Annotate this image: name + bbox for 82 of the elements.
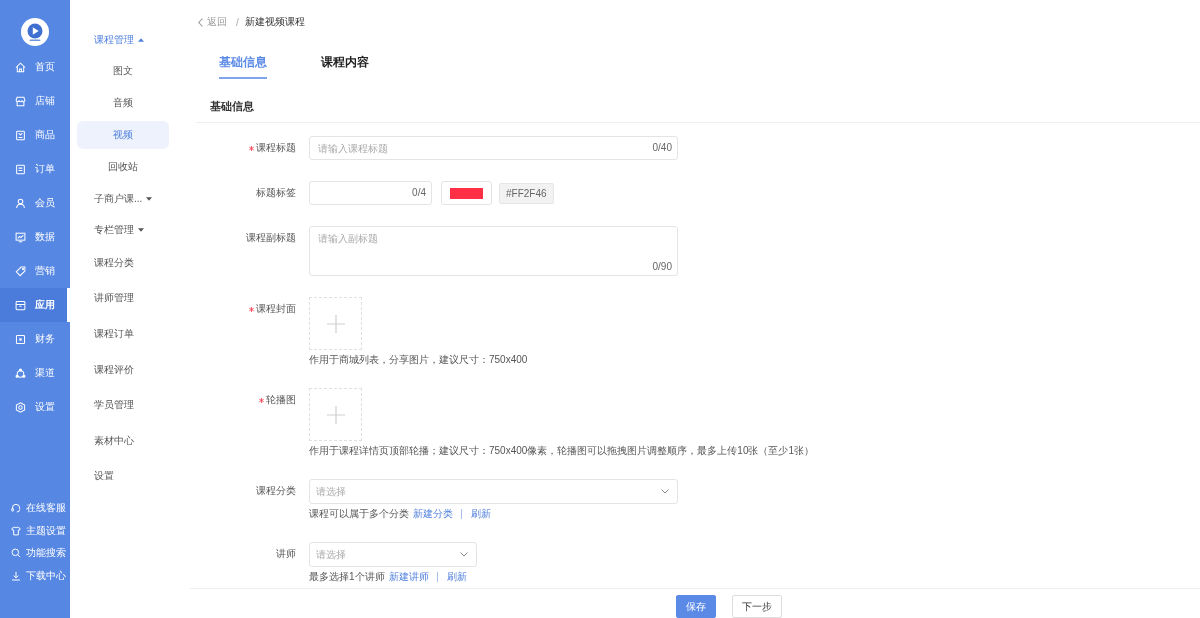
chart-board-icon <box>15 231 26 243</box>
character-counter: 0/90 <box>652 261 672 273</box>
select-field[interactable]: 请选择 <box>309 542 477 567</box>
hint-link[interactable]: 新建讲师 <box>388 570 429 584</box>
submenu-item[interactable]: 视频 <box>77 121 169 149</box>
t-shirt-icon <box>11 525 21 536</box>
breadcrumb-separator: / <box>236 16 239 28</box>
chevron-down-icon <box>661 489 669 494</box>
field-label: 标题标签 <box>256 186 296 200</box>
nav-item[interactable]: 数据 <box>0 220 70 254</box>
tab[interactable]: 基础信息 <box>219 53 267 79</box>
character-counter: 0/40 <box>652 142 672 154</box>
submenu-item[interactable]: 学员管理 <box>70 387 190 423</box>
submenu-item[interactable]: 回收站 <box>77 153 169 181</box>
nav-item[interactable]: 财务 <box>0 322 70 356</box>
nav-item[interactable]: 首页 <box>0 50 70 84</box>
hint-link[interactable]: 新建分类 <box>413 507 453 521</box>
field-label: 课程标题 <box>256 141 296 155</box>
tool-link[interactable]: 功能搜索 <box>0 542 70 565</box>
back-link[interactable]: 返回 <box>198 15 227 29</box>
field-label: 课程分类 <box>256 484 296 498</box>
submenu-item[interactable]: 课程订单 <box>70 316 190 352</box>
section-title: 基础信息 <box>196 79 1200 123</box>
nav-item[interactable]: 营销 <box>0 254 70 288</box>
nav-item[interactable]: 渠道 <box>0 356 70 390</box>
submenu-item[interactable]: 素材中心 <box>70 422 190 459</box>
field-label: 轮播图 <box>266 393 296 407</box>
tool-link[interactable]: 在线客服 <box>0 497 70 520</box>
tool-link[interactable]: 主题设置 <box>0 519 70 542</box>
field-label: 课程副标题 <box>246 231 296 245</box>
submenu-item[interactable]: 设置 <box>70 458 190 495</box>
box-icon <box>15 129 26 141</box>
plus-icon <box>326 405 345 424</box>
home-icon <box>15 61 26 73</box>
nav-item[interactable]: 店铺 <box>0 84 70 118</box>
primary-button[interactable]: 保存 <box>676 595 716 618</box>
submenu-item[interactable]: 课程评价 <box>70 351 190 388</box>
submenu-item[interactable]: 讲师管理 <box>70 280 190 317</box>
field-hint: 作用于课程详情页顶部轮播；建议尺寸：750x400像素，轮播图可以拖拽图片调整顺序，最多上传10张（至少1张） <box>309 444 815 458</box>
image-upload[interactable] <box>309 388 362 441</box>
submenu-item[interactable]: 图文 <box>77 57 169 85</box>
submenu-item[interactable]: 课程分类 <box>70 245 190 281</box>
nav-item[interactable]: 会员 <box>0 186 70 220</box>
plus-icon <box>326 314 345 333</box>
search-icon <box>11 548 21 559</box>
hint-link[interactable]: 刷新 <box>446 570 467 584</box>
secondary-button[interactable]: 下一步 <box>732 595 782 618</box>
storefront-icon <box>15 95 26 107</box>
field-label: 讲师 <box>276 547 296 561</box>
logo-icon <box>21 18 49 46</box>
user-icon <box>15 197 26 209</box>
submenu-group[interactable]: 课程管理 <box>70 24 190 55</box>
tab[interactable]: 课程内容 <box>321 53 369 79</box>
settings-icon <box>15 401 26 413</box>
headset-icon <box>11 503 21 514</box>
color-picker[interactable] <box>441 181 492 205</box>
tag-input[interactable] <box>309 181 432 205</box>
field-hint: 最多选择1个讲师 <box>309 570 385 584</box>
hint-link[interactable]: 刷新 <box>471 507 491 521</box>
submenu-item[interactable]: 音频 <box>77 89 169 117</box>
nav-item[interactable]: 订单 <box>0 152 70 186</box>
tag-icon <box>15 265 26 277</box>
field-hint: 作用于商城列表，分享图片，建议尺寸：750x400 <box>309 353 528 367</box>
tool-link[interactable]: 下载中心 <box>0 564 70 587</box>
field-label: 课程封面 <box>256 302 296 316</box>
submenu-group[interactable]: 专栏管理 <box>70 214 190 245</box>
submenu-group[interactable]: 子商户课... <box>70 183 190 214</box>
document-icon <box>15 163 26 175</box>
chevron-down-icon <box>460 552 468 557</box>
field-hint: 课程可以属于多个分类 <box>309 507 409 521</box>
breadcrumb-current: 新建视频课程 <box>244 15 305 29</box>
connected-nodes-icon <box>15 367 26 379</box>
chevron-left-icon <box>198 17 203 27</box>
download-icon <box>11 570 21 581</box>
image-upload[interactable] <box>309 297 362 350</box>
color-hex-value: #FF2F46 <box>499 182 554 204</box>
nav-item[interactable]: 应用 <box>0 288 70 322</box>
archive-box-icon <box>15 299 26 311</box>
select-field[interactable]: 请选择 <box>309 479 678 504</box>
character-counter: 0/4 <box>412 187 426 199</box>
nav-item[interactable]: 商品 <box>0 118 70 152</box>
nav-item[interactable]: 设置 <box>0 390 70 424</box>
